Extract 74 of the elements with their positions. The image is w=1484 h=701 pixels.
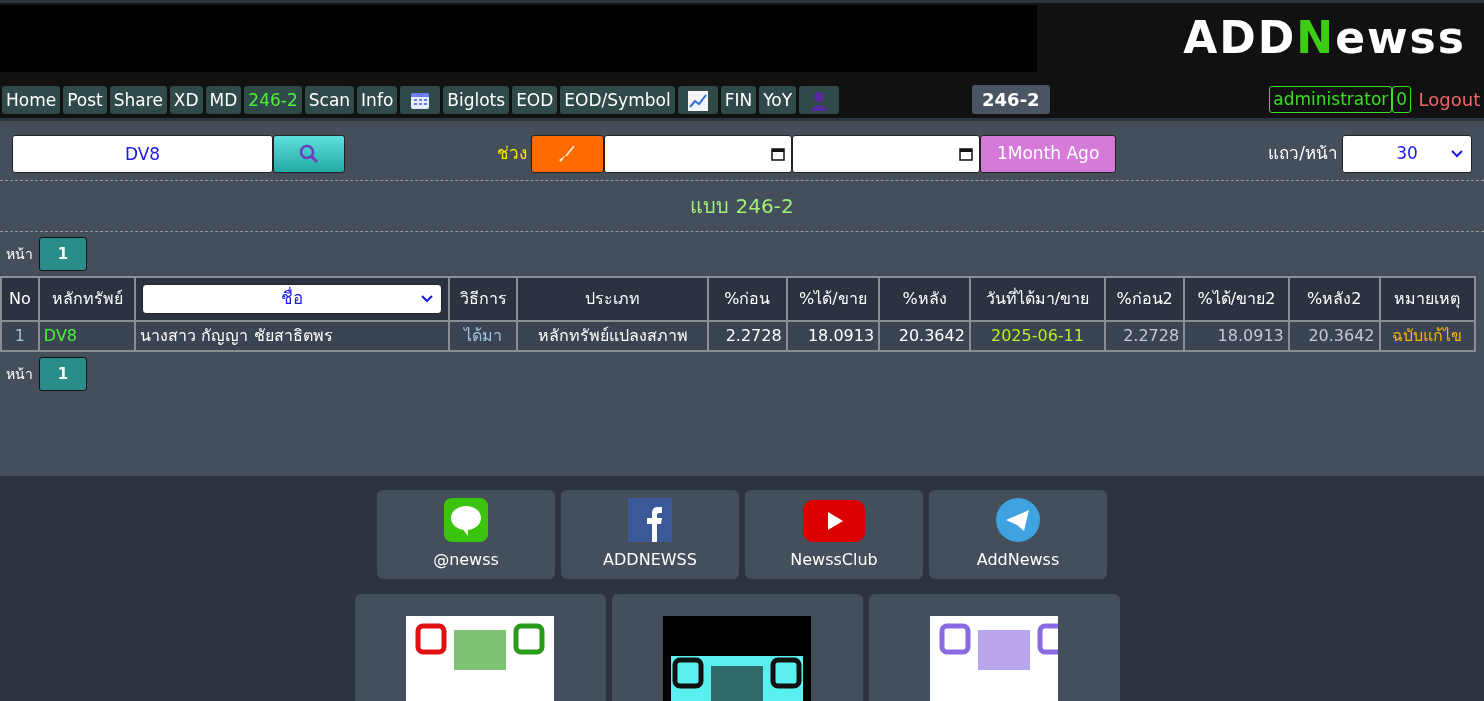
column-header: %ก่อน [708,277,787,321]
table-cell: 18.0913 [786,321,880,351]
page-label: หน้า [6,364,33,384]
logo: ADDNewss [1183,11,1467,65]
nav-tab[interactable]: Scan [304,85,355,114]
send-icon [996,497,1040,542]
column-header: วันที่ได้มา/ขาย [969,277,1106,321]
nav-tab[interactable]: XD [169,85,203,114]
page-button[interactable]: 1 [39,237,87,271]
social-link[interactable]: @newss [377,490,555,579]
nav-tab[interactable] [400,85,441,114]
date-field[interactable] [791,135,980,173]
user-icon [809,90,830,111]
column-header: %ได้/ขาย [786,277,880,321]
nav-tab[interactable]: 246-2 [244,85,302,114]
nav-tab[interactable]: EOD/Symbol [560,85,675,114]
table-cell: 18.0913 [1184,321,1289,351]
social-link[interactable]: ADDNEWSS [561,490,739,579]
page-title: แบบ 246-2 [0,181,1484,232]
column-header: วิธีการ [449,277,518,321]
logout-link[interactable]: Logout [1418,86,1481,113]
page-label: หน้า [6,244,33,264]
play-icon [803,497,865,542]
page-code-label: 246-2 [972,85,1050,114]
column-header: %ก่อน2 [1105,277,1185,321]
page-button[interactable]: 1 [39,357,87,391]
column-header: %หลัง2 [1288,277,1380,321]
nav-tab[interactable]: Info [357,85,398,114]
nav-tab[interactable] [677,85,718,114]
date-field[interactable] [603,135,792,173]
nav-tab[interactable]: Share [109,85,167,114]
calendar-icon [410,90,431,111]
table-cell: นางสาว กัญญา ชัยสาธิตพร [135,321,450,351]
table-cell: 2.2728 [1105,321,1185,351]
column-header: %หลัง [879,277,970,321]
table-cell: DV8 [38,321,136,351]
nav-tab[interactable]: Home [2,85,61,114]
column-header: ประเภท [517,277,708,321]
symbol-field[interactable]: DV8 [12,135,273,173]
table-cell: 2.2728 [708,321,787,351]
table-cell: ได้มา [449,321,518,351]
nav-tab[interactable]: Post [63,85,107,114]
table-cell: ฉบับแก้ไข [1379,321,1475,351]
column-header: หลักทรัพย์ [38,277,136,321]
nav-tab[interactable]: YoY [759,85,797,114]
chevron-icon [1451,150,1463,158]
nav-tab[interactable]: Biglots [443,85,510,114]
username-label: administrator [1269,85,1393,114]
search-button[interactable] [273,135,345,173]
social-link[interactable]: AddNewss [929,490,1107,579]
chevron-icon [421,295,434,303]
table-cell: 2025-06-11 [969,321,1106,351]
chart-icon [687,90,708,111]
social-link[interactable]: NewssClub [745,490,923,579]
table-cell: หลักทรัพย์แปลงสภาพ [517,321,708,351]
name-filter-select[interactable]: ชื่อ [142,284,443,314]
rows-per-page-label: แถว/หน้า [1268,142,1338,166]
table-cell: 20.3642 [879,321,970,351]
search-icon [299,144,319,165]
column-header: %ได้/ขาย2 [1184,277,1289,321]
calendar-icon [958,147,973,161]
nav-tab[interactable]: EOD [512,85,558,114]
facebook-icon [628,497,672,542]
range-label: ช่วง [496,142,527,166]
rows-per-page-select[interactable]: 30 [1342,135,1472,173]
column-header: No [1,277,39,321]
count-label: 0 [1392,85,1412,114]
nav-tab[interactable]: MD [205,85,242,114]
nav-tab[interactable]: FIN [720,85,757,114]
column-header: หมายเหตุ [1379,277,1475,321]
table-cell: 20.3642 [1288,321,1380,351]
calendar-icon [770,147,785,161]
table-cell: 1 [1,321,39,351]
clear-button[interactable] [530,135,604,173]
